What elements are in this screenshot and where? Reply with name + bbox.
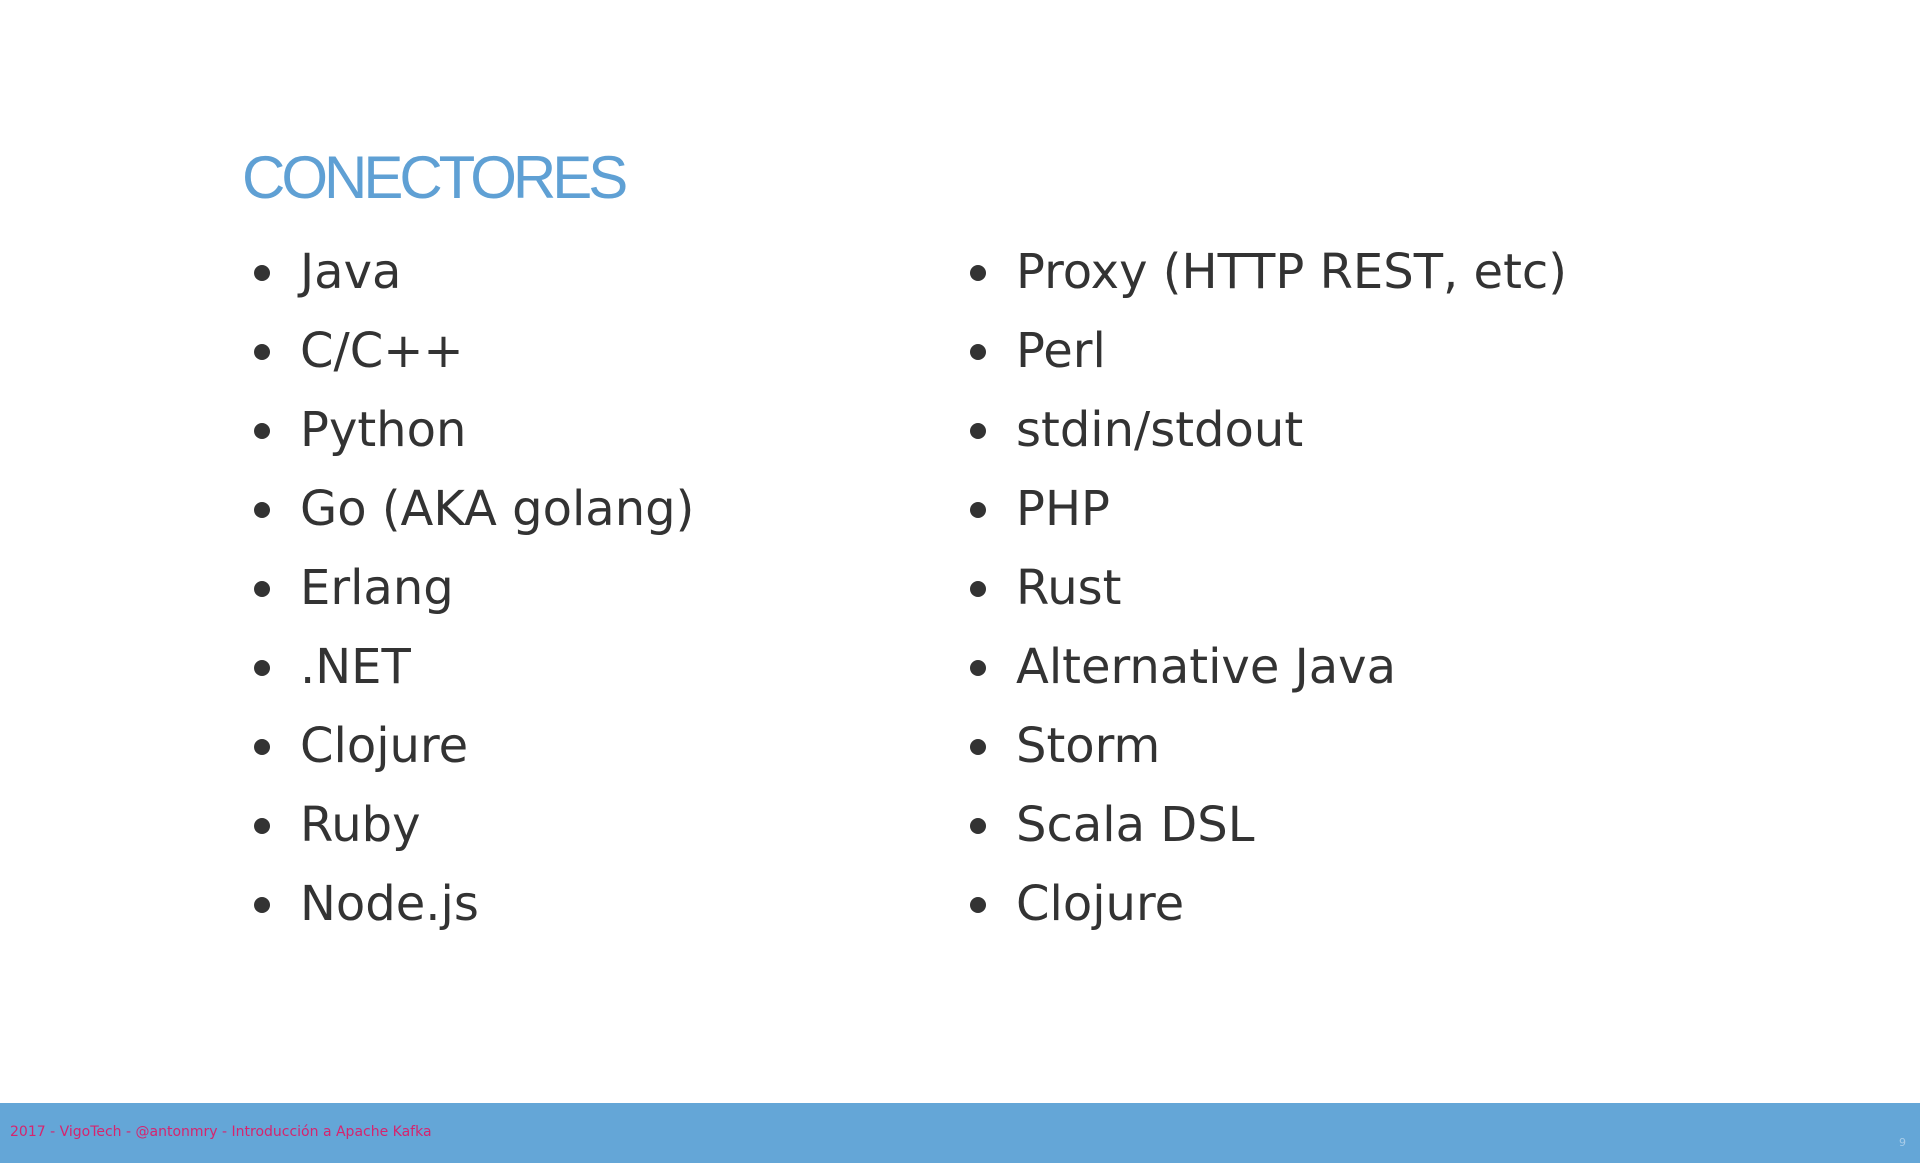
bullet-icon [970,660,986,676]
list-item: Erlang [252,549,694,628]
list-item-label: Clojure [1016,876,1185,932]
list-item-label: Node.js [300,876,479,932]
bullet-icon [970,344,986,360]
footer-text: 2017 - VigoTech - @antonmry - Introducci… [10,1124,432,1140]
list-item-label: Java [300,244,402,300]
list-item: Alternative Java [968,628,1567,707]
bullet-icon [254,265,270,281]
bullet-icon [254,344,270,360]
list-item: Ruby [252,786,694,865]
list-item: C/C++ [252,312,694,391]
bullet-icon [970,897,986,913]
page-number: 9 [1899,1136,1906,1149]
bullet-icon [254,660,270,676]
list-item: Java [252,233,694,312]
list-item: Storm [968,707,1567,786]
bullet-icon [970,423,986,439]
list-item: Perl [968,312,1567,391]
list-item: Proxy (HTTP REST, etc) [968,233,1567,312]
list-item-label: Rust [1016,560,1122,616]
bullet-icon [254,581,270,597]
list-item: .NET [252,628,694,707]
list-item-label: Ruby [300,797,421,853]
list-item-label: Proxy (HTTP REST, etc) [1016,244,1568,300]
list-item: Scala DSL [968,786,1567,865]
bullet-icon [970,581,986,597]
list-item: Clojure [968,865,1567,944]
left-bullet-list: Java C/C++ Python Go (AKA golang) Erlang… [252,233,694,944]
bullet-icon [254,739,270,755]
list-item: Rust [968,549,1567,628]
bullet-icon [970,818,986,834]
slide-title: CONECTORES [242,144,628,211]
list-item-label: Go (AKA golang) [300,481,695,537]
slide: CONECTORES Java C/C++ Python Go (AKA gol… [0,0,1920,1163]
list-item-label: Perl [1016,323,1106,379]
list-item-label: Scala DSL [1016,797,1255,853]
bullet-icon [254,897,270,913]
list-item: Go (AKA golang) [252,470,694,549]
list-item-label: Erlang [300,560,454,616]
list-item-label: Python [300,402,467,458]
list-item-label: Clojure [300,718,469,774]
list-item: Python [252,391,694,470]
bullet-icon [254,423,270,439]
list-item: stdin/stdout [968,391,1567,470]
list-item-label: Storm [1016,718,1161,774]
list-item: Clojure [252,707,694,786]
list-item-label: C/C++ [300,323,464,379]
list-item: Node.js [252,865,694,944]
bullet-icon [254,818,270,834]
right-bullet-list: Proxy (HTTP REST, etc) Perl stdin/stdout… [968,233,1567,944]
list-item-label: stdin/stdout [1016,402,1304,458]
list-item: PHP [968,470,1567,549]
bullet-icon [970,265,986,281]
bullet-icon [254,502,270,518]
list-item-label: PHP [1016,481,1110,537]
list-item-label: .NET [300,639,411,695]
list-item-label: Alternative Java [1016,639,1396,695]
bullet-icon [970,739,986,755]
footer-bar: 2017 - VigoTech - @antonmry - Introducci… [0,1103,1920,1163]
bullet-icon [970,502,986,518]
